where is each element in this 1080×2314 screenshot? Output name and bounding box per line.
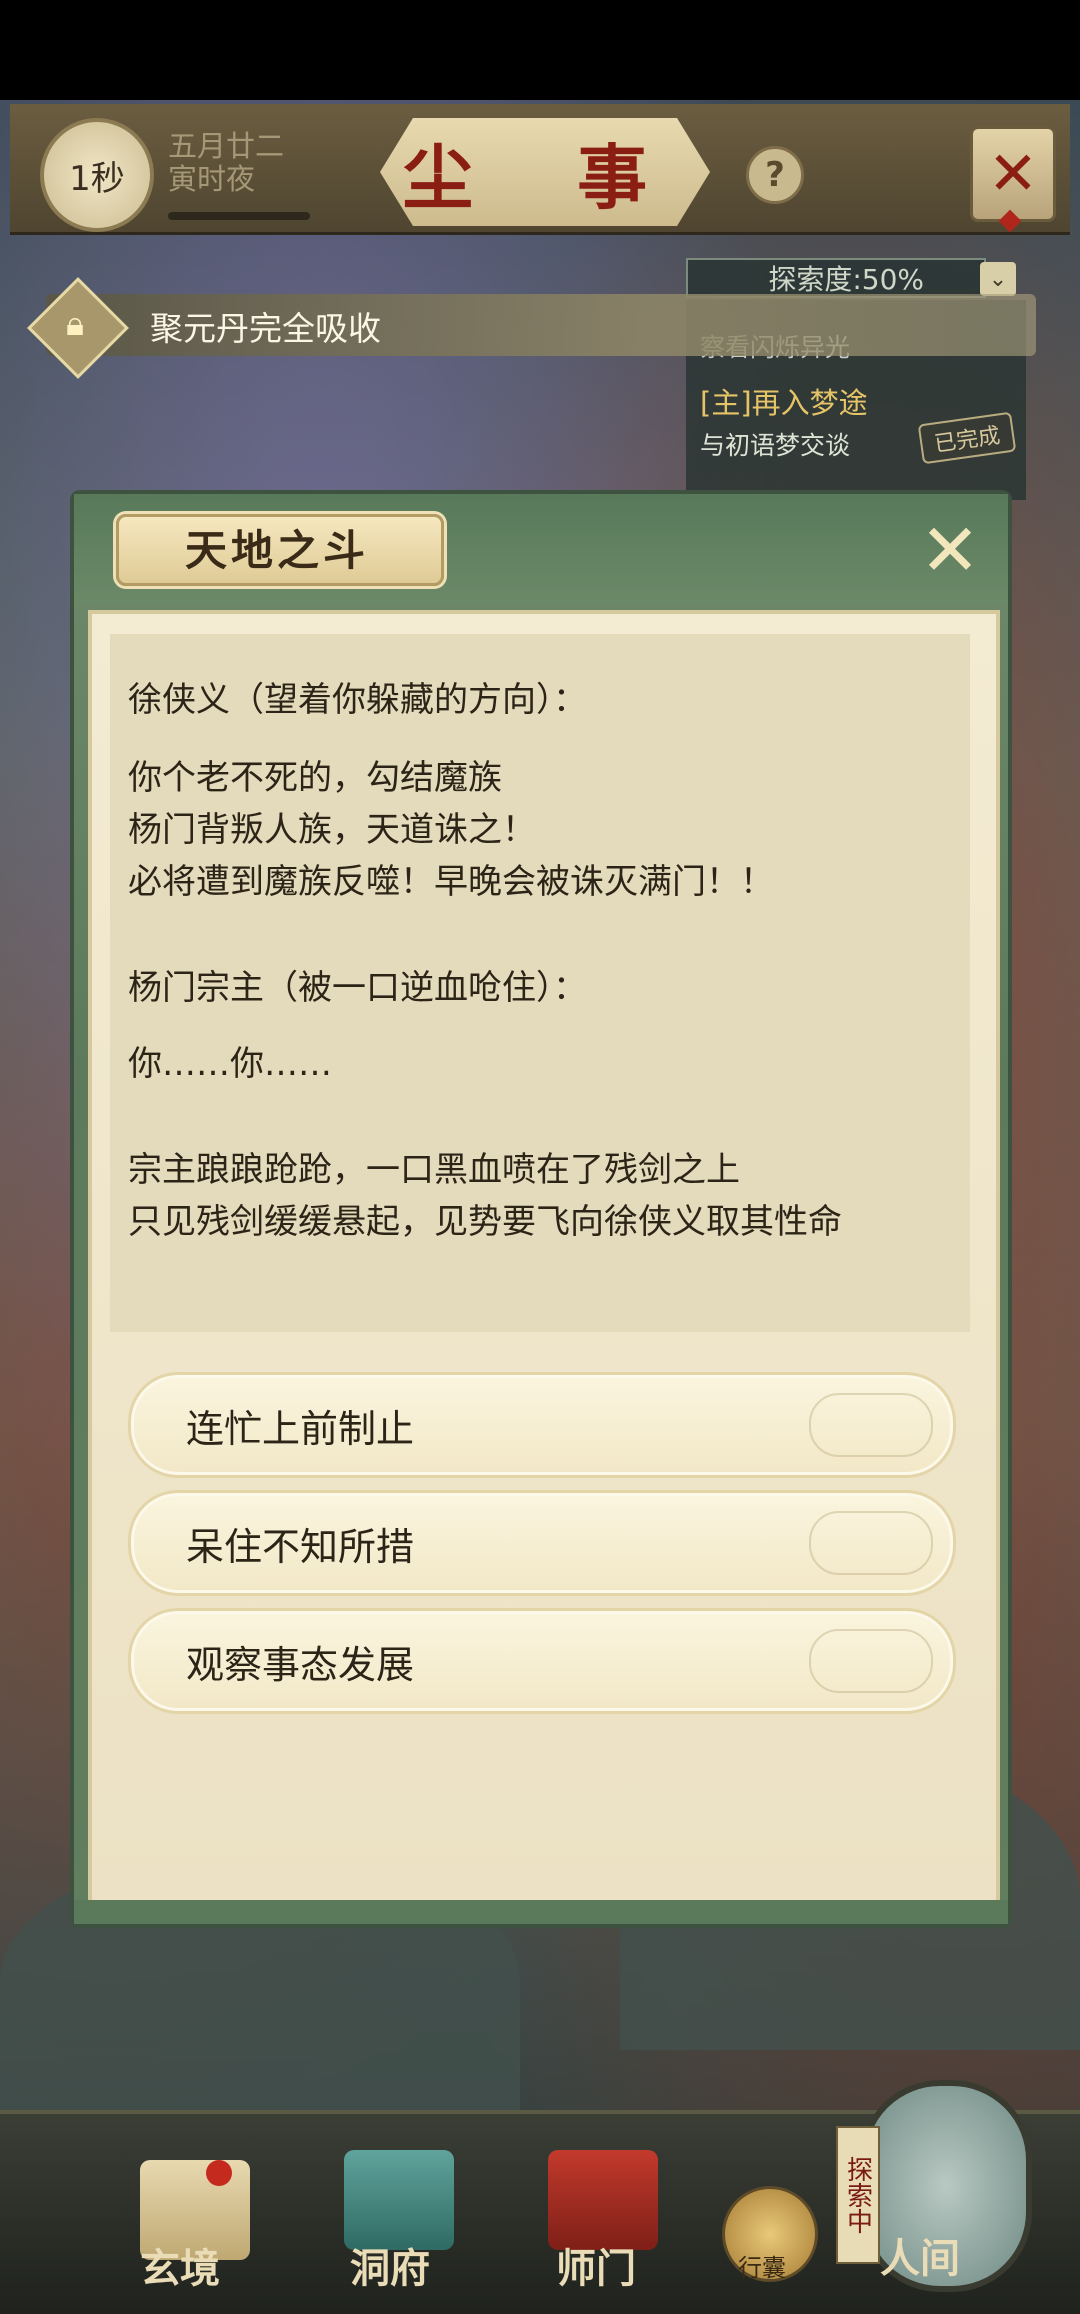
- help-button[interactable]: ?: [746, 146, 804, 204]
- cloud-icon: [809, 1393, 933, 1457]
- time-indicator[interactable]: 1秒: [40, 118, 154, 232]
- dialog-title: 天地之斗: [184, 525, 369, 575]
- cloud-icon: [809, 1511, 933, 1575]
- nav-item-dongfu[interactable]: 洞府: [350, 2236, 430, 2294]
- story-line: 你……你……: [128, 1044, 332, 1084]
- notice-text: 聚元丹完全吸收: [150, 309, 381, 348]
- story-line: 必将遭到魔族反噬！早晚会被诛灭满门！！: [128, 862, 774, 902]
- exploring-tag: 探索中: [836, 2126, 880, 2264]
- story-line: 只见残剑缓缓悬起，见势要飞向徐侠义取其性命: [128, 1202, 842, 1242]
- lock-icon: 🔒︎: [65, 304, 85, 344]
- time-progress-bar: [168, 212, 310, 220]
- choice-label[interactable]: 观察事态发展: [186, 1634, 414, 1689]
- choice-label[interactable]: 连忙上前制止: [186, 1398, 414, 1453]
- date-line: 五月廿二: [168, 129, 285, 163]
- close-icon: ✕: [919, 508, 981, 592]
- close-icon: ✕: [987, 139, 1039, 209]
- quest-subtitle: 与初语梦交谈: [700, 431, 851, 460]
- story-line: 杨门宗主（被一口逆血呛住）：: [128, 968, 587, 1008]
- story-line: 杨门背叛人族，天道诛之！: [128, 810, 536, 850]
- banner-icon[interactable]: [548, 2150, 658, 2250]
- date-display: 五月廿二 寅时夜: [168, 130, 318, 196]
- explore-progress: 探索度:50%: [686, 258, 986, 298]
- nav-item-renjian[interactable]: 人间: [880, 2226, 960, 2284]
- story-line: 徐侠义（望着你躲藏的方向）：: [128, 680, 587, 720]
- story-line: 宗主踉踉跄跄，一口黑血喷在了残剑之上: [128, 1150, 740, 1190]
- dialog-bottom-border: [74, 1900, 1008, 1924]
- page-title: 尘 事: [402, 136, 688, 219]
- chevron-down-icon[interactable]: ⌄: [980, 262, 1016, 296]
- quest-title[interactable]: [主]再入梦途: [700, 380, 868, 422]
- notification-dot: [206, 2160, 232, 2186]
- nav-item-xuanjing[interactable]: 玄境: [140, 2236, 220, 2294]
- story-line: 你个老不死的，勾结魔族: [128, 758, 502, 798]
- choice-label[interactable]: 呆住不知所措: [186, 1516, 414, 1571]
- cloud-icon: [809, 1629, 933, 1693]
- close-scene-button[interactable]: ✕: [970, 126, 1056, 222]
- dialog-close-button[interactable]: ✕: [910, 508, 990, 592]
- bag-label[interactable]: 行囊: [738, 2248, 786, 2283]
- lantern-icon[interactable]: [344, 2150, 454, 2250]
- nav-item-shimen[interactable]: 师门: [556, 2236, 636, 2294]
- time-period: 寅时夜: [168, 162, 256, 196]
